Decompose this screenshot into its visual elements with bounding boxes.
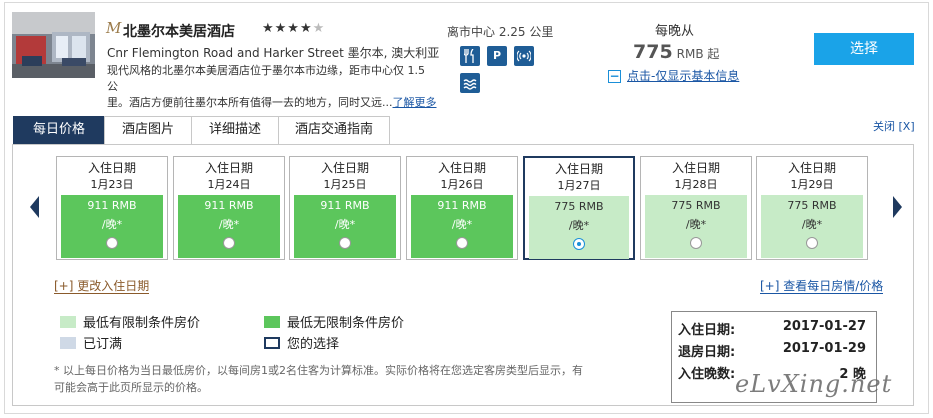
distance-to-center: 离市中心 2.25 公里 [447,25,554,39]
card-date: 1月25日 [323,178,367,191]
date-card[interactable]: 入住日期 1月24日 911 RMB/晚* [173,156,285,260]
price-box: 911 RMB/晚* [178,195,280,258]
date-card[interactable]: 入住日期 1月25日 911 RMB/晚* [289,156,401,260]
collapse-icon[interactable]: − [608,70,621,83]
hotel-thumbnail[interactable] [12,12,95,78]
wifi-icon [514,46,534,66]
card-price: 911 RMB [87,199,137,212]
card-date: 1月28日 [674,178,718,191]
card-per-night: /晚* [451,218,473,231]
card-price: 775 RMB [554,200,604,213]
date-card[interactable]: 入住日期 1月28日 775 RMB/晚* [640,156,752,260]
card-price: 775 RMB [671,199,721,212]
legend-swatch [264,337,280,349]
card-price: 911 RMB [320,199,370,212]
fork-knife-icon [460,46,480,66]
date-radio[interactable] [690,237,702,249]
checkin-date: 2017-01-27 [782,319,866,334]
price-box: 775 RMB/晚* [645,195,747,258]
hotel-address: Cnr Flemington Road and Harker Street 墨尔… [107,46,440,60]
star-empty-icon: ★ [312,21,326,36]
legend-swatch [60,337,76,349]
card-per-night: /晚* [685,218,707,231]
card-per-night: /晚* [334,218,356,231]
checkout-row: 退房日期: 2017-01-29 [678,341,866,360]
card-per-night: /晚* [568,219,590,232]
price-box: 911 RMB/晚* [61,195,163,258]
next-dates-arrow-icon[interactable] [893,196,902,218]
tab-transport-guide[interactable]: 酒店交通指南 [278,116,390,144]
basic-info-toggle[interactable]: − 点击-仅显示基本信息 [608,67,739,84]
card-date: 1月23日 [90,178,134,191]
price-box: 911 RMB/晚* [411,195,513,258]
date-card[interactable]: 入住日期 1月29日 775 RMB/晚* [756,156,868,260]
lowest-price: 775 RMB 起 [633,41,719,63]
star-icon: ★★★★ [262,21,313,36]
date-radio[interactable] [806,237,818,249]
checkin-label: 入住日期 [787,161,836,175]
legend-your-choice: 您的选择 [264,333,339,352]
date-card[interactable]: 入住日期 1月26日 911 RMB/晚* [406,156,518,260]
card-date: 1月29日 [790,178,834,191]
card-per-night: /晚* [218,218,240,231]
tab-hotel-photos[interactable]: 酒店图片 [104,116,192,144]
change-checkin-link[interactable]: [+] 更改入住日期 [54,279,150,294]
view-daily-rates-link[interactable]: [+] 查看每日房情/价格 [760,279,884,294]
legend-swatch [264,316,280,328]
checkin-label: 入住日期 [671,161,720,175]
card-price: 911 RMB [204,199,254,212]
checkin-label: 入住日期 [437,161,486,175]
checkout-date: 2017-01-29 [782,341,866,356]
per-night-from-label: 每晚从 [655,24,695,39]
checkin-label: 入住日期 [320,161,369,175]
card-per-night: /晚* [101,218,123,231]
tab-description[interactable]: 详细描述 [191,116,279,144]
checkin-label: 入住日期 [87,161,136,175]
legend-swatch [60,316,76,328]
card-price: 775 RMB [787,199,837,212]
card-price: 911 RMB [437,199,487,212]
hotel-brand-logo: M [106,19,122,37]
legend-unrestricted: 最低无限制条件房价 [264,312,404,331]
star-rating: ★★★★★ [262,21,325,36]
card-date: 1月27日 [557,179,601,192]
pool-icon [460,73,480,93]
date-radio[interactable] [456,237,468,249]
card-per-night: /晚* [801,218,823,231]
card-date: 1月26日 [440,178,484,191]
tab-daily-price[interactable]: 每日价格 [13,116,105,144]
date-radio[interactable] [573,238,585,250]
parking-icon: P [487,46,507,66]
price-note: * 以上每日价格为当日最低房价，以每间房1或2名住客为计算标准。实际价格将在您选… [54,364,583,394]
date-radio[interactable] [223,237,235,249]
hotel-description-line: 里。酒店方便前往墨尔本所有值得一去的地方，同时又远...了解更多 [107,96,437,109]
checkin-row: 入住日期: 2017-01-27 [678,319,866,338]
price-box: 911 RMB/晚* [294,195,396,258]
hotel-name[interactable]: 北墨尔本美居酒店 [123,21,235,41]
checkin-label: 入住日期 [204,161,253,175]
date-card[interactable]: 入住日期 1月27日 775 RMB/晚* [523,156,635,260]
price-box: 775 RMB/晚* [529,196,629,259]
card-date: 1月24日 [207,178,251,191]
hotel-description-line: 现代风格的北墨尔本美居酒店位于墨尔本市边缘，距市中心仅 1.5 公 [107,64,425,93]
checkin-label: 入住日期 [554,162,603,176]
basic-info-link[interactable]: 点击-仅显示基本信息 [627,69,739,83]
date-radio[interactable] [339,237,351,249]
close-link[interactable]: 关闭 [X] [873,118,915,134]
date-card[interactable]: 入住日期 1月23日 911 RMB/晚* [56,156,168,260]
legend-booked: 已订满 [60,333,122,352]
prev-dates-arrow-icon[interactable] [30,196,39,218]
hotel-description: 现代风格的北墨尔本美居酒店位于墨尔本市边缘，距市中心仅 1.5 公 里。酒店方便… [107,63,439,111]
price-value: 775 [633,41,673,63]
price-currency: RMB 起 [676,47,720,61]
watermark: eLvXing.net [735,370,893,398]
date-radio[interactable] [106,237,118,249]
legend-restricted: 最低有限制条件房价 [60,312,200,331]
read-more-link[interactable]: 了解更多 [393,96,437,109]
price-box: 775 RMB/晚* [761,195,863,258]
select-button[interactable]: 选择 [814,33,914,65]
